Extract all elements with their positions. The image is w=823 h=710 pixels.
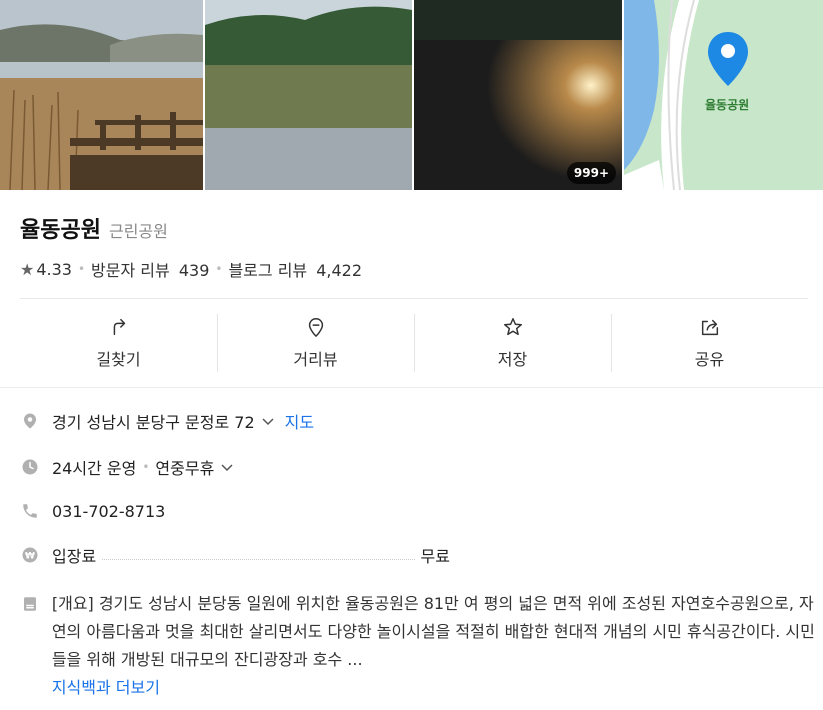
- place-category: 근린공원: [108, 222, 168, 241]
- separator-dot: •: [142, 460, 150, 474]
- star-icon: [503, 318, 522, 336]
- save-label: 저장: [497, 350, 528, 369]
- action-bar: 길찾기 거리뷰 저장 공유: [20, 312, 808, 374]
- hours-row: 24시간 운영 • 연중무휴: [20, 455, 234, 479]
- phone-icon: [20, 501, 40, 521]
- rating-value: 4.33: [36, 259, 72, 279]
- clock-icon: [20, 457, 40, 477]
- map-pin-icon: [708, 32, 748, 86]
- visitor-review-link[interactable]: 방문자 리뷰 439: [91, 257, 209, 281]
- photo-reeds[interactable]: [0, 0, 203, 190]
- share-icon: [701, 319, 718, 336]
- share-label: 공유: [694, 350, 725, 369]
- star-icon: ★: [20, 259, 35, 279]
- fee-label: 입장료: [52, 547, 97, 566]
- section-divider: [0, 387, 823, 388]
- svg-text:₩: ₩: [25, 551, 35, 561]
- separator-dot: •: [77, 262, 86, 276]
- address-row: 경기 성남시 분당구 문정로 72 지도: [20, 409, 314, 433]
- street-view-button[interactable]: 거리뷰: [217, 312, 414, 374]
- directions-icon: [113, 318, 125, 336]
- fee-value: 무료: [420, 547, 450, 566]
- location-pin-icon: [20, 411, 40, 431]
- chevron-down-icon[interactable]: [220, 460, 234, 474]
- share-button[interactable]: 공유: [611, 312, 808, 374]
- blog-review-link[interactable]: 블로그 리뷰 4,422: [228, 257, 362, 281]
- fee-row: ₩ 입장료 무료: [20, 543, 450, 567]
- map-place-label: 율동공원: [705, 98, 750, 112]
- divider: [20, 298, 808, 299]
- description-body: [개요] 경기도 성남시 분당동 일원에 위치한 율동공원은 81만 여 평의 …: [51, 594, 815, 669]
- hours-status: 24시간 운영: [52, 459, 137, 478]
- blog-review-count: 4,422: [316, 261, 363, 280]
- directions-label: 길찾기: [96, 350, 141, 369]
- more-link[interactable]: 지식백과 더보기: [52, 678, 160, 697]
- photo-sunset-water[interactable]: 999+: [414, 0, 622, 190]
- visitor-review-count: 439: [178, 261, 210, 280]
- address-text: 경기 성남시 분당구 문정로 72: [52, 413, 255, 432]
- save-button[interactable]: 저장: [414, 312, 611, 374]
- photo-strip: 999+ 율동공원: [0, 0, 823, 190]
- phone-number[interactable]: 031-702-8713: [52, 502, 165, 521]
- directions-button[interactable]: 길찾기: [20, 312, 217, 374]
- book-icon: [20, 594, 40, 614]
- mini-map[interactable]: 율동공원: [624, 0, 823, 190]
- street-view-label: 거리뷰: [293, 350, 338, 369]
- separator-dot: •: [215, 262, 223, 276]
- visitor-review-label: 방문자 리뷰: [91, 261, 170, 280]
- rating-row: ★ 4.33 • 방문자 리뷰 439 • 블로그 리뷰 4,422: [20, 257, 362, 281]
- description-text: [개요] 경기도 성남시 분당동 일원에 위치한 율동공원은 81만 여 평의 …: [52, 590, 815, 702]
- map-link[interactable]: 지도: [285, 409, 314, 433]
- chevron-down-icon[interactable]: [261, 414, 275, 428]
- hours-note: 연중무휴: [155, 459, 215, 478]
- phone-row: 031-702-8713: [20, 501, 165, 521]
- description-row: [개요] 경기도 성남시 분당동 일원에 위치한 율동공원은 81만 여 평의 …: [20, 590, 815, 702]
- place-title-row: 율동공원 근린공원: [20, 212, 168, 244]
- photo-count-badge: 999+: [566, 162, 616, 184]
- street-view-icon: [308, 318, 323, 337]
- photo-lake[interactable]: [205, 0, 412, 190]
- place-name: 율동공원: [20, 218, 101, 243]
- dotted-leader: [102, 551, 415, 560]
- blog-review-label: 블로그 리뷰: [228, 261, 308, 280]
- won-icon: ₩: [20, 545, 40, 565]
